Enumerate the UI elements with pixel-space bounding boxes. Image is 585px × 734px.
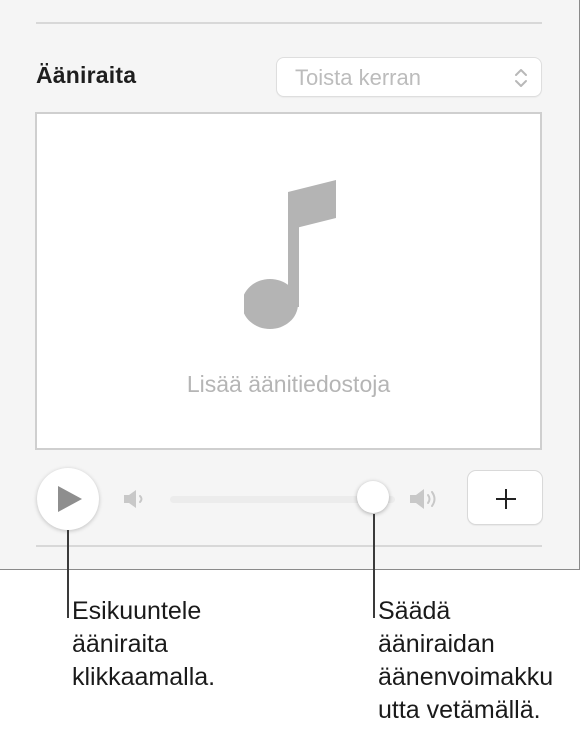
play-button[interactable] xyxy=(37,468,99,530)
play-callout-line-1: Esikuuntele xyxy=(72,597,202,625)
plus-icon xyxy=(496,489,516,509)
playback-mode-value: Toista kerran xyxy=(295,65,421,90)
volume-callout: Säädä ääniraidan äänenvoimakku utta vetä… xyxy=(378,595,553,727)
play-icon xyxy=(58,486,82,512)
speaker-low-icon xyxy=(124,490,143,508)
playback-mode-popup[interactable]: Toista kerran xyxy=(276,57,542,97)
play-callout-line-3: klikkaamalla. xyxy=(72,663,216,691)
speaker-high-icon xyxy=(410,489,436,509)
add-audio-files-label: Lisää äänitiedostoja xyxy=(186,371,391,397)
play-callout-line xyxy=(67,530,69,618)
volume-slider-knob[interactable] xyxy=(357,481,389,513)
audio-drop-zone[interactable]: Lisää äänitiedostoja xyxy=(35,112,542,450)
volume-callout-line-4: utta vetämällä. xyxy=(378,696,541,724)
play-callout: Esikuuntele ääniraita klikkaamalla. xyxy=(72,595,215,694)
section-title: Ääniraita xyxy=(36,62,137,88)
bottom-divider xyxy=(36,545,542,547)
chevron-up-down-icon xyxy=(515,69,527,87)
soundtrack-panel: Ääniraita Toista kerran Lisää äänitiedos… xyxy=(0,0,580,570)
volume-callout-line-2: ääniraidan xyxy=(378,630,495,658)
play-callout-line-2: ääniraita xyxy=(72,630,168,658)
music-note-icon xyxy=(244,180,336,329)
volume-callout-line xyxy=(373,514,375,618)
top-divider xyxy=(36,22,542,24)
volume-callout-line-3: äänenvoimakku xyxy=(378,663,554,691)
add-audio-button[interactable] xyxy=(467,470,543,525)
volume-callout-line-1: Säädä xyxy=(378,597,451,625)
